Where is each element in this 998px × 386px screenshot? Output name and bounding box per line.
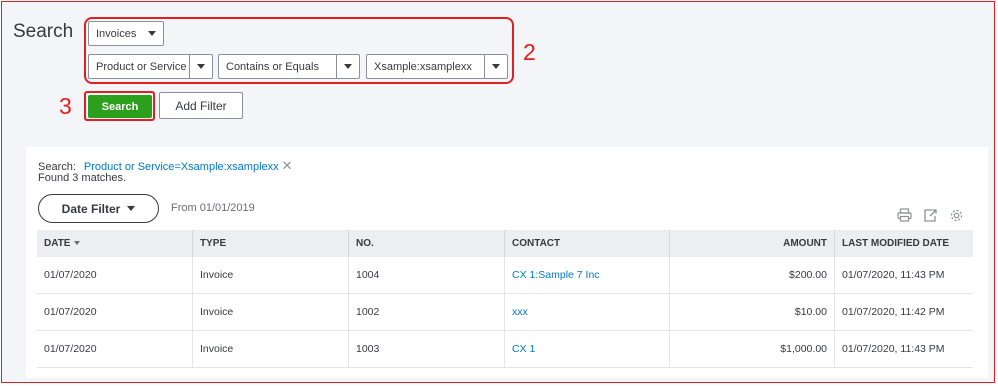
column-header-date[interactable]: DATE bbox=[37, 230, 193, 257]
search-button[interactable]: Search bbox=[88, 95, 152, 118]
cell-type: Invoice bbox=[192, 293, 349, 331]
filters-highlight-box bbox=[84, 17, 514, 84]
add-filter-button[interactable]: Add Filter bbox=[159, 92, 243, 119]
cell-type: Invoice bbox=[192, 330, 349, 368]
column-header-type[interactable]: TYPE bbox=[192, 230, 349, 257]
cell-type: Invoice bbox=[192, 257, 349, 294]
cell-last-modified: 01/07/2020, 11:43 PM bbox=[834, 330, 973, 368]
column-header-amount[interactable]: AMOUNT bbox=[669, 230, 835, 257]
date-filter-label: Date Filter bbox=[61, 201, 121, 216]
cell-amount: $10.00 bbox=[669, 293, 835, 331]
print-icon[interactable] bbox=[896, 207, 912, 223]
date-range-label: From 01/01/2019 bbox=[171, 202, 255, 214]
column-header-last-modified[interactable]: LAST MODIFIED DATE bbox=[834, 230, 973, 257]
page-title: Search bbox=[13, 21, 74, 42]
cell-number: 1002 bbox=[348, 293, 505, 331]
gear-icon[interactable] bbox=[948, 207, 964, 223]
table-header-row: DATE TYPE NO. CONTACT AMOUNT LAST MODIFI… bbox=[37, 230, 973, 257]
results-table: DATE TYPE NO. CONTACT AMOUNT LAST MODIFI… bbox=[37, 230, 973, 368]
export-icon[interactable] bbox=[922, 207, 938, 223]
sort-down-icon bbox=[74, 241, 81, 246]
cell-amount: $200.00 bbox=[669, 257, 835, 294]
cell-date: 01/07/2020 bbox=[37, 330, 193, 368]
cell-last-modified: 01/07/2020, 11:42 PM bbox=[834, 293, 973, 331]
results-panel: Search: Product or Service=Xsample:xsampl… bbox=[26, 147, 988, 378]
cell-amount: $1,000.00 bbox=[669, 330, 835, 368]
screenshot-frame: Search Invoices Product or Service Conta… bbox=[1, 1, 995, 383]
caret-down-icon bbox=[127, 206, 136, 211]
cell-contact-link[interactable]: CX 1 bbox=[504, 330, 670, 368]
cell-number: 1004 bbox=[348, 257, 505, 294]
table-row[interactable]: 01/07/2020 Invoice 1003 CX 1 $1,000.00 0… bbox=[37, 330, 973, 368]
match-count: Found 3 matches. bbox=[38, 172, 127, 184]
column-header-contact[interactable]: CONTACT bbox=[504, 230, 670, 257]
annotation-marker-2: 2 bbox=[523, 39, 536, 65]
annotation-marker-3: 3 bbox=[59, 93, 72, 119]
cell-date: 01/07/2020 bbox=[37, 257, 193, 294]
table-row[interactable]: 01/07/2020 Invoice 1002 xxx $10.00 01/07… bbox=[37, 293, 973, 331]
close-icon[interactable]: ✕ bbox=[282, 158, 293, 173]
cell-number: 1003 bbox=[348, 330, 505, 368]
cell-contact-link[interactable]: xxx bbox=[504, 293, 670, 331]
date-filter-button[interactable]: Date Filter bbox=[38, 194, 159, 223]
cell-last-modified: 01/07/2020, 11:43 PM bbox=[834, 257, 973, 294]
table-row[interactable]: 01/07/2020 Invoice 1004 CX 1:Sample 7 In… bbox=[37, 257, 973, 294]
cell-date: 01/07/2020 bbox=[37, 293, 193, 331]
cell-contact-link[interactable]: CX 1:Sample 7 Inc bbox=[504, 257, 670, 294]
column-header-no[interactable]: NO. bbox=[348, 230, 505, 257]
